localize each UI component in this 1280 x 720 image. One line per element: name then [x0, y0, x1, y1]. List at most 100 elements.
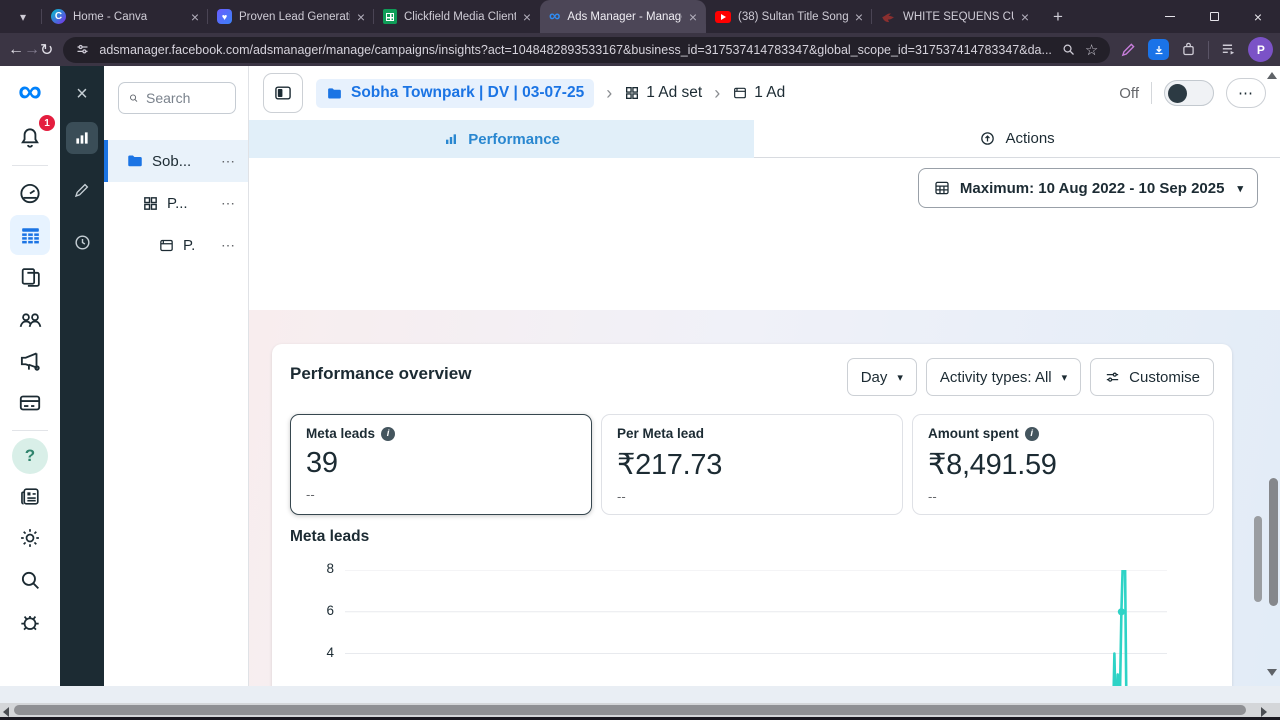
main-panel: Sobha Townpark | DV | 03-07-25 › 1 Ad se… — [249, 66, 1280, 720]
tree-item-adset[interactable]: P... ⋯ — [104, 182, 248, 224]
tree-item-campaign[interactable]: Sob... ⋯ — [104, 140, 248, 182]
date-range-button[interactable]: Maximum: 10 Aug 2022 - 10 Sep 2025 ▾ — [918, 168, 1258, 208]
tab-actions-label: Actions — [1005, 130, 1054, 147]
tree-item-menu-icon[interactable]: ⋯ — [221, 237, 236, 254]
tab-close-icon[interactable]: × — [191, 10, 199, 24]
tab-ads-manager-active[interactable]: ∞ Ads Manager - Manage ad × — [540, 0, 706, 33]
tree-item-label: Sob... — [152, 153, 191, 170]
reload-button[interactable]: ↻ — [40, 40, 53, 60]
search-tool-button[interactable] — [10, 560, 50, 600]
tree-search-box[interactable] — [118, 82, 236, 114]
history-tool-icon[interactable] — [66, 226, 98, 258]
metric-card-meta-leads[interactable]: Meta leadsi 39 -- — [290, 414, 592, 515]
tab-close-icon[interactable]: × — [357, 10, 365, 24]
tree-item-menu-icon[interactable]: ⋯ — [221, 195, 236, 212]
tab-performance-label: Performance — [468, 131, 560, 148]
y-axis-tick-label: 4 — [300, 645, 334, 660]
tab-performance[interactable]: Performance — [249, 120, 754, 158]
tree-item-ad[interactable]: P. ⋯ — [104, 224, 248, 266]
tab-close-icon[interactable]: × — [1021, 10, 1029, 24]
zoom-page-icon[interactable] — [1061, 42, 1076, 57]
download-extension-icon[interactable] — [1148, 39, 1169, 60]
forward-button[interactable]: → — [24, 41, 40, 59]
overview-controls: Day ▾ Activity types: All ▾ Customise — [847, 358, 1214, 396]
tab-search-chevron-icon[interactable]: ▾ — [6, 4, 40, 30]
audiences-button[interactable] — [10, 299, 50, 339]
customise-button[interactable]: Customise — [1090, 358, 1214, 396]
meta-logo[interactable]: ∞ — [18, 74, 42, 107]
account-overview-button[interactable] — [10, 173, 50, 213]
breadcrumb-ad[interactable]: 1 Ad — [732, 84, 785, 102]
tab-youtube[interactable]: (38) Sultan Title Song | Sal × — [706, 0, 872, 33]
report-bug-button[interactable] — [10, 602, 50, 642]
window-minimize-button[interactable] — [1148, 0, 1192, 33]
tree-item-menu-icon[interactable]: ⋯ — [221, 153, 236, 170]
ad-set-grid-icon — [624, 85, 640, 101]
breadcrumb-campaign[interactable]: Sobha Townpark | DV | 03-07-25 — [316, 79, 594, 108]
more-options-button[interactable]: ⋯ — [1226, 78, 1266, 108]
help-button[interactable]: ? — [12, 438, 48, 474]
tab-close-icon[interactable]: × — [689, 10, 697, 24]
granularity-label: Day — [861, 369, 888, 386]
news-button[interactable] — [10, 476, 50, 516]
granularity-button[interactable]: Day ▾ — [847, 358, 917, 396]
scrollbar-right-arrow[interactable] — [1261, 707, 1267, 717]
content-scrollbar-thumb[interactable] — [1254, 516, 1262, 602]
pen-extension-icon[interactable] — [1120, 41, 1137, 58]
activity-types-label: Activity types: All — [940, 369, 1052, 386]
breadcrumb-adset[interactable]: 1 Ad set — [624, 84, 702, 102]
insights-tool-rail: × — [60, 66, 104, 686]
window-maximize-button[interactable] — [1192, 0, 1236, 33]
url-text[interactable]: adsmanager.facebook.com/adsmanager/manag… — [99, 43, 1052, 57]
folder-icon — [126, 152, 144, 170]
close-panel-icon[interactable]: × — [66, 78, 98, 110]
pages-button[interactable] — [10, 257, 50, 297]
edit-tool-icon[interactable] — [66, 174, 98, 206]
folder-icon — [326, 85, 343, 102]
site-settings-icon[interactable] — [75, 42, 90, 57]
page-scrollbar-thumb[interactable] — [1269, 478, 1278, 606]
notifications-button[interactable]: 1 — [10, 118, 50, 158]
metric-subvalue: -- — [928, 489, 1198, 504]
horizontal-scrollbar-thumb[interactable] — [14, 705, 1246, 715]
campaign-on-off-toggle[interactable] — [1164, 80, 1214, 106]
data-point-dot[interactable] — [1118, 608, 1125, 615]
address-bar[interactable]: adsmanager.facebook.com/adsmanager/manag… — [63, 37, 1110, 63]
campaigns-button[interactable] — [10, 215, 50, 255]
tab-label: WHITE SEQUENS CUTDAN — [903, 11, 1014, 23]
reading-list-icon[interactable] — [1220, 41, 1237, 58]
billing-button[interactable] — [10, 383, 50, 423]
info-icon[interactable]: i — [381, 427, 395, 441]
back-button[interactable]: ← — [8, 41, 24, 59]
scrollbar-up-arrow[interactable] — [1267, 72, 1277, 79]
tab-white-sequens[interactable]: WHITE SEQUENS CUTDAN × — [872, 0, 1038, 33]
tab-canva[interactable]: C Home - Canva × — [42, 0, 208, 33]
metric-card-per-meta-lead[interactable]: Per Meta lead ₹217.73 -- — [601, 414, 903, 515]
tab-close-icon[interactable]: × — [855, 10, 863, 24]
new-tab-button[interactable]: + — [1044, 3, 1072, 31]
bookmark-star-icon[interactable]: ☆ — [1085, 41, 1098, 59]
settings-button[interactable] — [10, 518, 50, 558]
metric-card-amount-spent[interactable]: Amount spenti ₹8,491.59 -- — [912, 414, 1214, 515]
scrollbar-left-arrow[interactable] — [3, 707, 9, 717]
tree-item-label: P. — [183, 237, 195, 254]
profile-avatar[interactable]: P — [1248, 37, 1273, 62]
gradient-background: Performance overview Day ▾ Activity type… — [249, 310, 1280, 686]
tab-close-icon[interactable]: × — [523, 10, 531, 24]
collapse-panel-button[interactable] — [263, 73, 303, 113]
tree-search-input[interactable] — [146, 90, 226, 106]
extensions-puzzle-icon[interactable] — [1180, 41, 1197, 58]
panel-toggle-icon — [273, 83, 293, 103]
tab-actions[interactable]: Actions — [754, 120, 1280, 158]
maximize-icon — [1210, 12, 1219, 21]
charts-tool-icon[interactable] — [66, 122, 98, 154]
tab-proven-lead-generation[interactable]: ♥ Proven Lead Generation St × — [208, 0, 374, 33]
tab-clickfield-sheets[interactable]: Clickfield Media Clients - G × — [374, 0, 540, 33]
scrollbar-down-arrow[interactable] — [1267, 669, 1277, 676]
ads-reporting-button[interactable] — [10, 341, 50, 381]
tree-item-label: P... — [167, 195, 188, 212]
window-close-button[interactable]: × — [1236, 0, 1280, 33]
info-icon[interactable]: i — [1025, 427, 1039, 441]
actions-arrow-icon — [979, 130, 996, 147]
activity-types-button[interactable]: Activity types: All ▾ — [926, 358, 1081, 396]
